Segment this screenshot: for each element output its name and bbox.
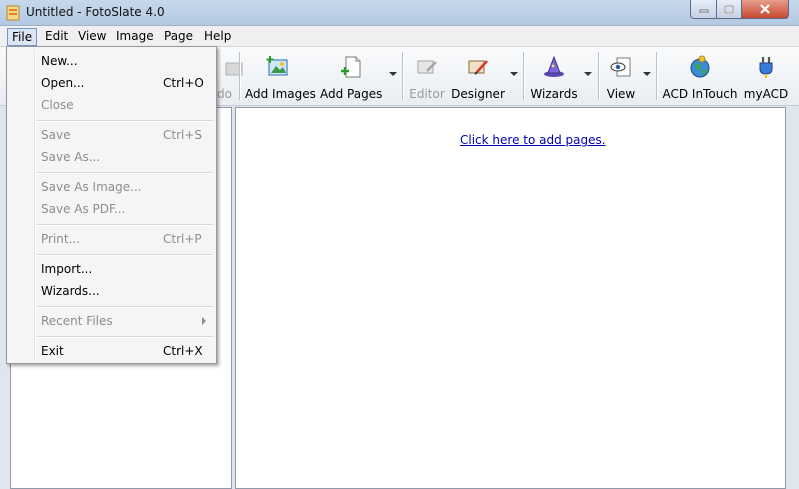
myacd-button[interactable]: myACD [743,53,789,101]
file-menu-open[interactable]: Open... Ctrl+O [9,72,214,94]
designer-icon [468,60,488,75]
maximize-button[interactable] [716,0,742,19]
menu-separator [37,336,213,337]
menu-view[interactable]: View [74,28,110,46]
menu-separator [37,120,213,121]
wizards-dropdown-arrow[interactable] [584,72,592,76]
file-menu-close[interactable]: Close [9,94,214,116]
minimize-icon [699,9,708,13]
view-button[interactable]: View [604,53,638,101]
file-menu-recent-files[interactable]: Recent Files [9,310,214,332]
file-menu-dropdown: New... Open... Ctrl+O Close Save Ctrl+S … [6,46,217,364]
wizards-icon [544,55,564,77]
menu-file[interactable]: File [7,28,38,46]
menu-bar: File Edit View Image Page Help [0,26,799,47]
fotoslate-app-icon[interactable] [6,5,20,21]
add-pages-button[interactable]: Add Pages [320,53,382,101]
file-menu-wizards[interactable]: Wizards... [9,280,214,302]
window-frame-right [786,107,799,489]
add-images-icon [266,56,288,76]
undo-icon [225,62,243,76]
view-icon [610,57,631,77]
add-images-button[interactable]: Add Images [245,53,316,101]
editor-icon [417,60,437,74]
file-menu-save-as[interactable]: Save As... [9,146,214,168]
menu-edit[interactable]: Edit [41,28,72,46]
designer-dropdown-arrow[interactable] [510,72,518,76]
file-menu-save-as-image[interactable]: Save As Image... [9,176,214,198]
file-menu-print[interactable]: Print... Ctrl+P [9,228,214,250]
close-button[interactable] [741,0,789,19]
wizards-button[interactable]: Wizards [530,53,578,101]
myacd-plug-icon [759,57,773,78]
file-menu-exit[interactable]: Exit Ctrl+X [9,340,214,362]
add-pages-link[interactable]: Click here to add pages. [460,133,606,147]
globe-icon [690,55,710,78]
menu-help[interactable]: Help [200,28,235,46]
designer-button[interactable]: Designer [451,53,505,101]
file-menu-import[interactable]: Import... [9,258,214,280]
menu-separator [37,254,213,255]
view-dropdown-arrow[interactable] [643,72,651,76]
file-menu-save[interactable]: Save Ctrl+S [9,124,214,146]
submenu-arrow-icon [202,317,206,325]
title-bar[interactable]: Untitled - FotoSlate 4.0 [0,0,799,26]
maximize-icon [724,4,734,14]
add-pages-dropdown-arrow[interactable] [389,72,397,76]
file-menu-save-as-pdf[interactable]: Save As PDF... [9,198,214,220]
menu-separator [37,172,213,173]
editor-button[interactable]: Editor [407,53,447,101]
menu-separator [37,224,213,225]
window-title: Untitled - FotoSlate 4.0 [26,5,165,19]
menu-image[interactable]: Image [112,28,158,46]
close-icon [760,4,770,14]
menu-separator [37,306,213,307]
menu-page[interactable]: Page [160,28,197,46]
acd-intouch-button[interactable]: ACD InTouch [662,53,738,101]
page-canvas[interactable]: Click here to add pages. [235,107,786,489]
minimize-button[interactable] [690,0,717,19]
file-menu-new[interactable]: New... [9,50,214,72]
add-pages-icon [341,56,361,78]
